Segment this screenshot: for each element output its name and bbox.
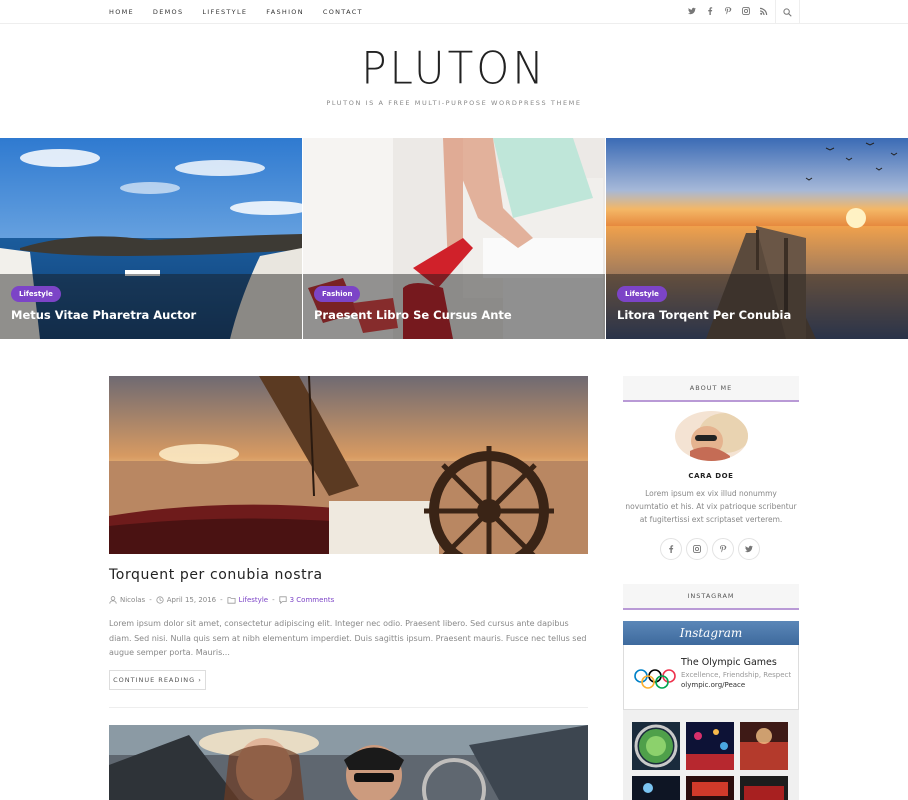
about-social-links	[660, 538, 764, 560]
olympic-rings-logo	[634, 669, 676, 689]
nav-contact[interactable]: CONTACT	[323, 8, 363, 16]
post-comments[interactable]: 3 Comments	[290, 596, 335, 604]
slide-2-overlay	[303, 274, 605, 339]
nav-demos[interactable]: DEMOS	[153, 8, 183, 16]
main-nav: HOME DEMOS LIFESTYLE FASHION CONTACT	[109, 0, 382, 24]
post-excerpt: Lorem ipsum dolor sit amet, consectetur …	[109, 619, 587, 657]
nav-home[interactable]: HOME	[109, 8, 134, 16]
featured-slider: Lifestyle Metus Vitae Pharetra Auctor Fa…	[0, 138, 908, 339]
clock-icon	[156, 596, 164, 604]
slide-3-category-badge[interactable]: Lifestyle	[617, 286, 667, 302]
nav-fashion[interactable]: FASHION	[266, 8, 304, 16]
instagram-profile-link[interactable]: olympic.org/Peace	[681, 681, 745, 689]
top-bar: HOME DEMOS LIFESTYLE FASHION CONTACT	[0, 0, 908, 24]
instagram-thumb[interactable]	[740, 776, 788, 800]
meta-separator: -	[220, 596, 223, 604]
facebook-icon[interactable]	[701, 7, 719, 17]
meta-separator: -	[272, 596, 275, 604]
post-date: April 15, 2016	[166, 596, 217, 604]
second-post-image[interactable]	[109, 725, 588, 800]
slide-1-category-badge[interactable]: Lifestyle	[11, 286, 61, 302]
search-icon	[783, 7, 792, 17]
slide-2-category-badge[interactable]: Fashion	[314, 286, 361, 302]
instagram-thumb[interactable]	[632, 722, 680, 770]
slide-3[interactable]: Lifestyle Litora Torqent Per Conubia	[606, 138, 908, 339]
pinterest-icon[interactable]	[712, 538, 734, 560]
instagram-thumb[interactable]	[632, 776, 680, 800]
slide-1-overlay	[0, 274, 302, 339]
user-icon	[109, 596, 117, 604]
post-featured-image[interactable]	[109, 376, 588, 554]
about-widget-heading: ABOUT ME	[623, 376, 799, 402]
instagram-bar[interactable]: Instagram	[623, 621, 799, 645]
about-text: Lorem ipsum ex vix illud nonummy novumta…	[625, 489, 797, 524]
instagram-icon[interactable]	[737, 7, 755, 17]
slide-2[interactable]: Fashion Praesent Libro Se Cursus Ante	[303, 138, 605, 339]
slide-3-title[interactable]: Litora Torqent Per Conubia	[617, 308, 791, 322]
continue-reading-button[interactable]: CONTINUE READING ›	[109, 670, 206, 690]
post-category[interactable]: Lifestyle	[239, 596, 268, 604]
twitter-icon[interactable]	[738, 538, 760, 560]
instagram-icon[interactable]	[686, 538, 708, 560]
slide-1-title[interactable]: Metus Vitae Pharetra Auctor	[11, 308, 196, 322]
instagram-thumb[interactable]	[740, 722, 788, 770]
post-meta: Nicolas - April 15, 2016 - Lifestyle - 3…	[109, 596, 334, 604]
instagram-widget-heading: INSTAGRAM	[623, 584, 799, 610]
search-button[interactable]	[775, 0, 800, 24]
nav-lifestyle[interactable]: LIFESTYLE	[202, 8, 247, 16]
facebook-icon[interactable]	[660, 538, 682, 560]
social-links	[683, 0, 773, 24]
slide-1[interactable]: Lifestyle Metus Vitae Pharetra Auctor	[0, 138, 302, 339]
post-author[interactable]: Nicolas	[120, 596, 145, 604]
instagram-thumb[interactable]	[686, 722, 734, 770]
pinterest-icon[interactable]	[719, 7, 737, 17]
about-name: CARA DOE	[688, 472, 734, 480]
slide-3-overlay	[606, 274, 908, 339]
instagram-thumb[interactable]	[686, 776, 734, 800]
slide-2-title[interactable]: Praesent Libro Se Cursus Ante	[314, 308, 512, 322]
about-avatar	[675, 411, 748, 461]
comment-icon	[279, 596, 287, 604]
meta-separator: -	[149, 596, 152, 604]
site-logo[interactable]: PLUTON	[0, 46, 908, 91]
instagram-profile-desc: Excellence, Friendship, Respect	[681, 671, 792, 679]
twitter-icon[interactable]	[683, 7, 701, 17]
instagram-profile-name[interactable]: The Olympic Games	[681, 657, 777, 668]
post-title[interactable]: Torquent per conubia nostra	[109, 567, 323, 583]
post-divider	[109, 707, 588, 708]
site-tagline: PLUTON IS A FREE MULTI-PURPOSE WORDPRESS…	[326, 99, 582, 107]
folder-icon	[227, 597, 236, 604]
rss-icon[interactable]	[755, 7, 773, 17]
